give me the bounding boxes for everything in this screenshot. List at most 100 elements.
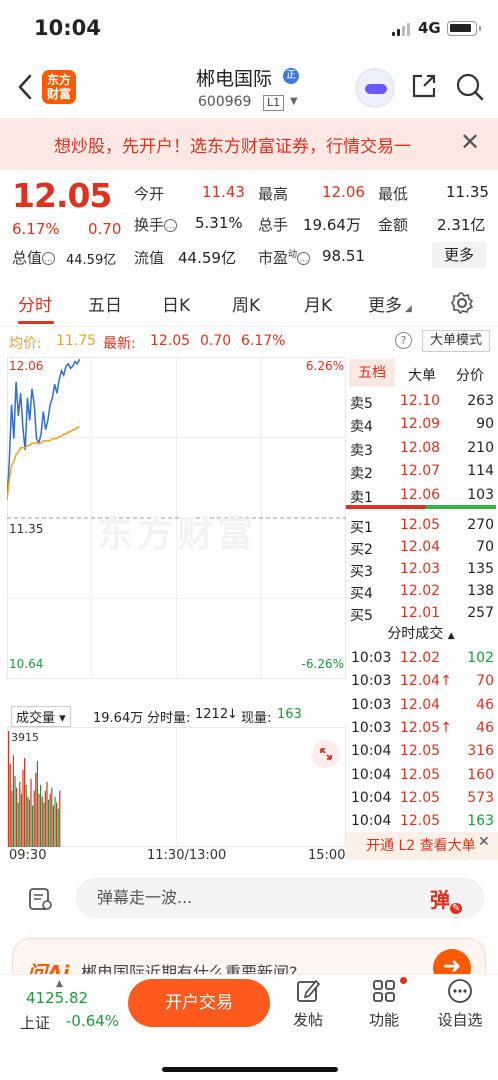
- active-tab-indicator: [18, 321, 54, 324]
- functions-button[interactable]: 功能: [354, 977, 414, 1030]
- trade-volume: 46: [476, 696, 494, 713]
- l2-upgrade-link[interactable]: 开通 L2 查看大单: [346, 832, 498, 860]
- verified-badge-icon: 正: [283, 68, 299, 84]
- index-value[interactable]: 4125.82: [26, 989, 88, 1007]
- trade-row[interactable]: 10:04 12.05 160: [346, 765, 496, 787]
- pe-value: 98.51: [322, 247, 365, 265]
- trades-title[interactable]: 分时成交 ▲: [346, 623, 496, 647]
- ai-question-bar[interactable]: 问Ai 郴电国际近期有什么重要新闻? ➜: [12, 938, 486, 974]
- bid-row[interactable]: 买3 12.03 135: [346, 559, 496, 581]
- note-icon[interactable]: [28, 886, 54, 912]
- chart-bottom-left-label: 10.64: [9, 657, 44, 671]
- down-arrow-icon: ↓: [227, 707, 238, 722]
- change-percent: 6.17%: [12, 220, 60, 238]
- level-label: 卖3: [350, 442, 373, 459]
- share-icon[interactable]: [410, 72, 438, 100]
- tick-volume-label: 分时量:: [147, 711, 191, 726]
- volume-bar: [33, 790, 35, 847]
- trade-row[interactable]: 10:04 12.05 163: [346, 811, 496, 833]
- chevron-left-icon[interactable]: [14, 72, 36, 102]
- help-icon[interactable]: ?: [395, 332, 412, 349]
- ask-row[interactable]: 卖5 12.10 263: [346, 391, 496, 413]
- volume-total: 19.64万: [93, 711, 144, 726]
- close-icon[interactable]: ✕: [478, 834, 490, 850]
- tab-price-distribution[interactable]: 分价: [456, 365, 484, 385]
- level-volume: 103: [467, 486, 494, 503]
- volume-bar: [48, 799, 50, 847]
- trade-price: 12.05: [400, 743, 441, 760]
- chart-bottom-right-label: -6.26%: [301, 657, 344, 671]
- caret-up-icon[interactable]: ▲: [56, 979, 63, 989]
- bid-row[interactable]: 买1 12.05 270: [346, 515, 496, 537]
- level-price: 12.03: [400, 561, 441, 577]
- trade-volume: 102: [467, 650, 494, 666]
- ask-row[interactable]: 卖1 12.06 103: [346, 485, 496, 507]
- level-volume: 114: [467, 463, 494, 480]
- trade-time: 10:03: [351, 719, 392, 736]
- volume-bar: [46, 781, 48, 847]
- arrow-right-icon[interactable]: ➜: [433, 949, 471, 974]
- time-axis-mid: 11:30/13:00: [147, 848, 227, 863]
- tab-daily-k[interactable]: 日K: [162, 291, 190, 316]
- tab-five-levels[interactable]: 五档: [349, 359, 395, 387]
- battery-icon: [447, 21, 481, 36]
- tab-more[interactable]: 更多 ◢: [368, 291, 412, 316]
- trade-row[interactable]: 10:03 12.04↑ 70: [346, 671, 496, 693]
- info-icon[interactable]: …: [42, 252, 56, 265]
- watchlist-settings-button[interactable]: 设自选: [430, 977, 490, 1030]
- level-label: 卖4: [350, 419, 373, 436]
- big-order-mode-button[interactable]: 大单模式: [422, 330, 490, 352]
- trade-price: 12.05: [400, 789, 441, 806]
- ask-row[interactable]: 卖2 12.07 114: [346, 461, 496, 483]
- close-icon[interactable]: ✕: [460, 128, 480, 156]
- level-price: 12.01: [400, 605, 441, 621]
- total-cap-value: 44.59亿: [66, 253, 117, 268]
- app-logo[interactable]: 东方 财富: [42, 70, 76, 104]
- volume-chart[interactable]: 3915: [7, 727, 346, 847]
- now-volume-value: 163: [277, 707, 302, 722]
- info-icon[interactable]: …: [164, 219, 178, 232]
- tab-five-day[interactable]: 五日: [88, 291, 122, 316]
- volume-bar: [56, 802, 58, 847]
- tab-weekly-k[interactable]: 周K: [232, 291, 260, 316]
- level-price: 12.09: [400, 416, 441, 433]
- tab-monthly-k[interactable]: 月K: [304, 291, 332, 316]
- trade-price: 12.05: [400, 766, 441, 783]
- intraday-chart[interactable]: 东方财富 12.06 6.26% 11.35 10.64 -6.26%: [6, 357, 346, 679]
- trade-row[interactable]: 10:03 12.02 102: [346, 648, 496, 670]
- volume-indicator-select[interactable]: 成交量 ▾: [11, 706, 71, 727]
- bid-row[interactable]: 买5 12.01 257: [346, 603, 496, 625]
- index-name[interactable]: 上证: [20, 1012, 50, 1033]
- level-volume: 135: [467, 561, 494, 577]
- trade-row[interactable]: 10:03 12.04 46: [346, 695, 496, 717]
- bid-row[interactable]: 买2 12.04 70: [346, 537, 496, 559]
- volume-bar: [40, 784, 42, 847]
- search-icon[interactable]: [455, 72, 485, 102]
- ai-mascot-icon[interactable]: [355, 68, 395, 108]
- volume-bar: [32, 805, 34, 847]
- expand-icon[interactable]: [312, 740, 340, 768]
- ask-row[interactable]: 卖4 12.09 90: [346, 414, 496, 436]
- trade-row[interactable]: 10:03 12.05↑ 46: [346, 718, 496, 740]
- gear-icon[interactable]: [450, 291, 474, 315]
- danmu-button[interactable]: 弹 ✎: [430, 884, 466, 914]
- tab-big-orders[interactable]: 大单: [408, 365, 436, 385]
- promo-banner[interactable]: 想炒股，先开户！选东方财富证券，行情交易一 ✕: [0, 118, 498, 170]
- danmu-input[interactable]: 弹幕走一波...: [76, 878, 484, 918]
- caret-down-icon[interactable]: ▼: [290, 96, 298, 107]
- info-icon[interactable]: …: [297, 252, 311, 265]
- more-button[interactable]: 更多: [432, 242, 486, 268]
- volume-max-label: 3915: [11, 731, 39, 744]
- index-change[interactable]: -0.64%: [66, 1012, 119, 1030]
- tab-intraday[interactable]: 分时: [18, 291, 52, 316]
- bid-row[interactable]: 买4 12.02 138: [346, 581, 496, 603]
- level-badge[interactable]: L1: [263, 95, 285, 111]
- trade-row[interactable]: 10:04 12.05 316: [346, 741, 496, 763]
- volume-bar: [36, 761, 38, 847]
- level-label: 买5: [350, 608, 373, 624]
- trade-row[interactable]: 10:04 12.05 573: [346, 788, 496, 810]
- ask-row[interactable]: 卖3 12.08 210: [346, 438, 496, 460]
- volume-bar: [9, 764, 11, 847]
- open-account-trade-button[interactable]: 开户交易: [128, 979, 270, 1027]
- post-button[interactable]: 发帖: [278, 977, 338, 1030]
